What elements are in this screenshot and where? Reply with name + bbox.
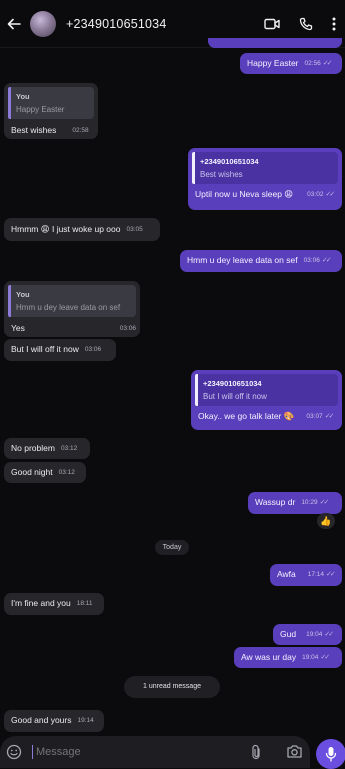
message-bubble[interactable]: You Hmm u dey leave data on sef Yes 03:06 <box>4 281 140 337</box>
message-bubble[interactable]: +2349010651034 Best wishes Uptil now u N… <box>188 148 342 210</box>
message-time: 02:56 <box>304 60 321 67</box>
emoji-button[interactable] <box>2 744 26 760</box>
message-bubble[interactable]: But I will off it now 03:06 <box>4 339 116 361</box>
message-text: Best wishes <box>11 125 57 135</box>
message-time: 19:04 <box>302 654 319 661</box>
mic-icon <box>325 747 337 762</box>
message-bubble[interactable]: Gud 19:04 ✓✓ <box>273 624 342 645</box>
attach-button[interactable] <box>250 744 262 765</box>
quote-author: +2349010651034 <box>203 379 262 388</box>
message-text: Wassup dr <box>255 497 296 507</box>
quoted-message[interactable]: +2349010651034 But I will off it now <box>195 374 338 406</box>
mic-button[interactable] <box>316 739 345 769</box>
message-time: 03:07 <box>306 413 323 420</box>
message-text: Yes <box>11 323 25 333</box>
read-ticks-icon: ✓✓ <box>321 257 332 264</box>
quoted-message[interactable]: You Hmm u dey leave data on sef <box>8 285 136 317</box>
phone-call-icon <box>299 17 313 31</box>
message-time: 03:06 <box>303 257 320 264</box>
quote-text: Happy Easter <box>16 105 65 114</box>
message-bubble[interactable]: I'm fine and you 18:11 <box>4 593 104 615</box>
message-bubble[interactable]: Aw was ur day 19:04 ✓✓ <box>234 647 342 668</box>
message-time: 03:12 <box>58 469 75 476</box>
message-time: 19:14 <box>77 717 94 724</box>
quote-text: Best wishes <box>200 170 243 179</box>
read-ticks-icon: ✓✓ <box>320 654 330 661</box>
read-ticks-icon: ✓✓ <box>324 413 335 420</box>
message-bubble[interactable]: Good night 03:12 <box>4 462 86 483</box>
read-ticks-icon: ✓✓ <box>325 191 335 198</box>
read-ticks-icon: ✓✓ <box>326 571 336 578</box>
emoji-icon <box>6 744 22 760</box>
back-arrow-icon <box>7 18 21 29</box>
reaction-badge[interactable]: 👍 <box>317 513 335 529</box>
camera-button[interactable] <box>286 744 303 764</box>
message-text: I'm fine and you <box>11 598 71 608</box>
message-bubble[interactable]: +2349010651034 But I will off it now Oka… <box>191 370 342 430</box>
message-bubble[interactable]: Hmm u dey leave data on sef 03:06 ✓✓ <box>180 250 342 272</box>
quote-text: But I will off it now <box>203 392 267 401</box>
message-bubble[interactable]: Awfa 17:14 ✓✓ <box>270 564 342 586</box>
message-bubble[interactable]: Good and yours 19:14 <box>4 710 104 732</box>
message-text: Good night <box>11 467 53 477</box>
message-text: No problem <box>11 443 55 453</box>
message-time: 02:58 <box>72 127 89 134</box>
message-time: 03:06 <box>119 325 136 332</box>
quoted-message[interactable]: You Happy Easter <box>8 87 94 119</box>
quote-text: Hmm u dey leave data on sef <box>16 303 121 312</box>
message-time: 10:29 <box>301 499 318 506</box>
date-separator: Today <box>155 540 189 555</box>
message-composer <box>0 736 310 768</box>
message-text: Hmm u dey leave data on sef <box>187 255 298 265</box>
message-input[interactable] <box>36 746 226 758</box>
text-cursor <box>32 745 33 759</box>
contact-title[interactable]: +2349010651034 <box>66 17 166 31</box>
message-text: Awfa <box>277 569 296 579</box>
message-bubble[interactable]: Happy Easter 02:56 ✓✓ <box>240 53 342 74</box>
message-time: 03:02 <box>307 191 324 198</box>
read-ticks-icon: ✓✓ <box>319 499 330 506</box>
more-vertical-icon <box>332 17 336 31</box>
attach-icon <box>252 744 260 760</box>
message-text: Good and yours <box>11 715 72 725</box>
camera-icon <box>287 745 302 758</box>
message-time: 19:04 <box>306 631 323 638</box>
message-text: Okay.. we go talk later 🎨 <box>198 411 295 421</box>
message-bubble[interactable]: Wassup dr 10:29 ✓✓ <box>248 492 342 514</box>
video-call-icon <box>264 18 280 30</box>
message-time: 18:11 <box>76 600 93 607</box>
message-bubble[interactable]: No problem 03:12 <box>4 438 90 459</box>
message-text: Happy Easter <box>247 58 299 68</box>
message-time: 03:06 <box>84 346 102 353</box>
message-time: 17:14 <box>307 571 325 578</box>
quote-author: You <box>16 92 30 101</box>
message-time: 03:05 <box>126 226 143 233</box>
quote-author: You <box>16 290 30 299</box>
back-button[interactable] <box>0 0 28 48</box>
message-bubble-partial <box>208 38 342 48</box>
read-ticks-icon: ✓✓ <box>322 60 333 67</box>
message-text: Hmmm 😩 I just woke up ooo <box>11 224 121 234</box>
message-text: Gud <box>280 629 297 639</box>
unread-banner: 1 unread message <box>124 676 220 698</box>
message-text: But I will off it now <box>11 344 79 354</box>
message-text: Aw was ur day <box>241 652 297 662</box>
quoted-message[interactable]: +2349010651034 Best wishes <box>192 152 338 184</box>
read-ticks-icon: ✓✓ <box>324 631 334 638</box>
message-bubble[interactable]: Hmmm 😩 I just woke up ooo 03:05 <box>4 218 160 241</box>
contact-avatar[interactable] <box>30 10 56 37</box>
message-time: 03:12 <box>60 445 78 452</box>
message-bubble[interactable]: You Happy Easter Best wishes 02:58 <box>4 83 98 139</box>
message-text: Uptil now u Neva sleep 😩 <box>195 189 294 199</box>
quote-author: +2349010651034 <box>200 157 259 166</box>
